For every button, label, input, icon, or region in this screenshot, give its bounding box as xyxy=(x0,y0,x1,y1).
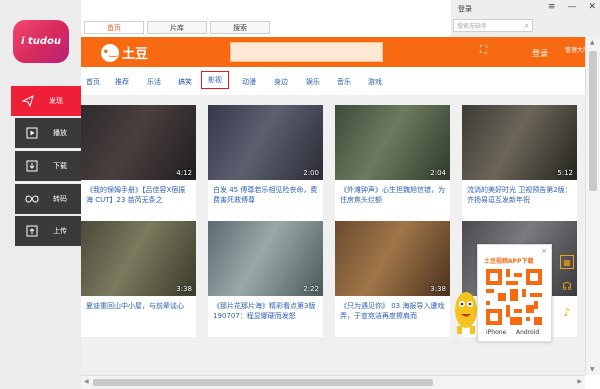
sidebar-item-download[interactable]: 下载 xyxy=(15,151,81,181)
window-login-link[interactable]: 登录 xyxy=(458,4,472,14)
video-duration: 5:12 xyxy=(557,169,573,177)
scroll-down-icon[interactable]: ▼ xyxy=(590,366,595,373)
video-card[interactable]: 4:12 《我的保姆手册》【吕佳容X宿振海 CUT】23 苗芮无条之 xyxy=(81,105,196,221)
play-icon xyxy=(23,127,41,139)
video-title[interactable]: 流淌的美好时光 卫视预告第2版：齐扬易逗互发新年祝 xyxy=(467,185,573,207)
video-duration: 2:22 xyxy=(303,285,319,293)
video-duration: 2:00 xyxy=(303,169,319,177)
sidebar-item-discover[interactable]: 发现 xyxy=(11,86,81,116)
category-nav: 首页 推荐 乐活 搞笑 影视 动漫 身边 娱乐 音乐 游戏 xyxy=(81,67,585,95)
tudou-logo-text: 土豆 xyxy=(122,47,149,62)
video-thumbnail[interactable]: 2:04 xyxy=(335,105,450,180)
send-icon xyxy=(19,95,37,107)
right-toolbar: ▦ ☊ ♪ xyxy=(557,250,577,325)
video-duration: 3:38 xyxy=(176,285,192,293)
scroll-right-icon[interactable]: ▶ xyxy=(577,378,582,385)
scroll-thumb[interactable] xyxy=(93,379,433,386)
download-icon xyxy=(23,160,41,172)
header-login-button[interactable]: 登录 xyxy=(532,48,548,59)
window-search-placeholder: 搜索无缺手 xyxy=(457,23,488,30)
menu-icon[interactable]: ≡ xyxy=(548,2,556,12)
category-games[interactable]: 游戏 xyxy=(368,77,382,87)
upload-icon xyxy=(23,225,41,237)
bell-icon[interactable]: ♪ xyxy=(560,305,574,319)
minimize-icon[interactable]: — xyxy=(567,2,576,12)
infinity-icon xyxy=(23,194,41,204)
qr-panel-title: 土豆视频APP下载 xyxy=(484,258,534,265)
sidebar-item-play[interactable]: 播放 xyxy=(15,118,81,148)
scan-icon[interactable]: ⛶ xyxy=(480,45,487,56)
tudou-face-icon: •‿ xyxy=(101,43,119,62)
horizontal-scrollbar[interactable]: ◀ ▶ xyxy=(81,375,585,389)
video-card[interactable]: 2:04 《外滩钟声》心生担魏旭信错，为住房焦头烂额 xyxy=(335,105,450,221)
manage-link[interactable]: 管理大厅 xyxy=(565,45,585,54)
site-header: •‿ 土豆 ⛶ 登录 管理大厅 xyxy=(81,37,585,67)
tudou-mascot-image xyxy=(455,292,477,334)
video-thumbnail[interactable]: 3:38 xyxy=(81,221,196,296)
tab-library[interactable]: 片库 xyxy=(147,21,207,34)
category-nearby[interactable]: 身边 xyxy=(274,77,288,87)
video-card[interactable]: 3:38 《只为遇见你》 03 海报导入遭戏弄，于宣宛洁再度擦肩而 xyxy=(335,221,450,337)
category-anime[interactable]: 动漫 xyxy=(242,77,256,87)
tudou-logo[interactable]: •‿ 土豆 xyxy=(101,43,148,62)
video-thumbnail[interactable]: 4:12 xyxy=(81,105,196,180)
android-download-link[interactable]: Android xyxy=(516,329,539,336)
video-thumbnail[interactable]: 5:12 xyxy=(462,105,577,180)
app-logo: i tudou xyxy=(13,20,69,63)
qr-toggle-icon[interactable]: ▦ xyxy=(560,255,574,269)
video-title[interactable]: 白发 45 傅尊若乐相见险丧命，费费害死救傅尊 xyxy=(213,185,319,207)
category-recommend[interactable]: 推荐 xyxy=(115,77,129,87)
video-thumbnail[interactable]: 2:00 xyxy=(208,105,323,180)
sidebar-item-label: 上传 xyxy=(53,227,67,235)
category-music[interactable]: 音乐 xyxy=(337,77,351,87)
video-title[interactable]: 《我的保姆手册》【吕佳容X宿振海 CUT】23 苗芮无条之 xyxy=(86,185,192,207)
app-logo-text: i tudou xyxy=(21,36,61,47)
scroll-thumb[interactable] xyxy=(589,51,597,191)
headset-icon[interactable]: ☊ xyxy=(560,279,574,293)
tab-search[interactable]: 搜索 xyxy=(210,21,270,34)
sidebar-item-convert[interactable]: 转码 xyxy=(15,184,81,214)
left-sidebar: i tudou 发现 播放 下载 转码 上传 xyxy=(0,0,81,389)
tab-home[interactable]: 首页 xyxy=(84,21,144,34)
category-film[interactable]: 影视 xyxy=(201,71,229,89)
qr-close-icon[interactable]: × xyxy=(541,247,547,255)
sidebar-item-label: 转码 xyxy=(53,195,67,203)
category-entertainment[interactable]: 娱乐 xyxy=(306,77,320,87)
ios-download-link[interactable]: iPhone xyxy=(486,329,506,336)
qr-code-icon xyxy=(486,269,542,325)
category-funny[interactable]: 搞笑 xyxy=(178,77,192,87)
app-download-panel: × 土豆视频APP下载 iPhone Android xyxy=(477,244,552,342)
video-title[interactable]: 夏迪重回山中小屋，与前辈谈心 xyxy=(86,301,192,323)
video-duration: 2:04 xyxy=(430,169,446,177)
main-search-input[interactable] xyxy=(230,42,383,62)
sidebar-item-label: 播放 xyxy=(53,129,67,137)
scroll-left-icon[interactable]: ◀ xyxy=(84,378,89,385)
sidebar-item-label: 发现 xyxy=(49,97,63,105)
video-card[interactable]: 3:38 夏迪重回山中小屋，与前辈谈心 xyxy=(81,221,196,337)
video-card[interactable]: 2:00 白发 45 傅尊若乐相见险丧命，费费害死救傅尊 xyxy=(208,105,323,221)
video-card[interactable]: 5:12 流淌的美好时光 卫视预告第2版：齐扬易逗互发新年祝 xyxy=(462,105,577,221)
video-title[interactable]: 《那片花那片海》精彩看点第3版190707：程显娜硬而发怒 xyxy=(213,301,319,323)
video-title[interactable]: 《只为遇见你》 03 海报导入遭戏弄，于宣宛洁再度擦肩而 xyxy=(340,301,446,323)
category-lifestyle[interactable]: 乐活 xyxy=(147,77,161,87)
video-thumbnail[interactable]: 2:22 xyxy=(208,221,323,296)
window-search-input[interactable]: 搜索无缺手 ⌕ xyxy=(453,19,533,32)
video-title[interactable]: 《外滩钟声》心生担魏旭信错，为住房焦头烂额 xyxy=(340,185,446,207)
sidebar-item-label: 下载 xyxy=(53,162,67,170)
video-duration: 4:12 xyxy=(176,169,192,177)
video-thumbnail[interactable]: 3:38 xyxy=(335,221,450,296)
vertical-scrollbar[interactable]: ▲ ▼ xyxy=(585,37,600,375)
category-home[interactable]: 首页 xyxy=(86,77,100,87)
search-icon[interactable]: ⌕ xyxy=(525,21,529,31)
video-card[interactable]: 2:22 《那片花那片海》精彩看点第3版190707：程显娜硬而发怒 xyxy=(208,221,323,337)
video-duration: 3:38 xyxy=(430,285,446,293)
window-controls: ≡ — ✕ xyxy=(548,2,596,12)
close-icon[interactable]: ✕ xyxy=(588,2,596,12)
scroll-up-icon[interactable]: ▲ xyxy=(590,39,595,46)
sidebar-item-upload[interactable]: 上传 xyxy=(15,216,81,246)
